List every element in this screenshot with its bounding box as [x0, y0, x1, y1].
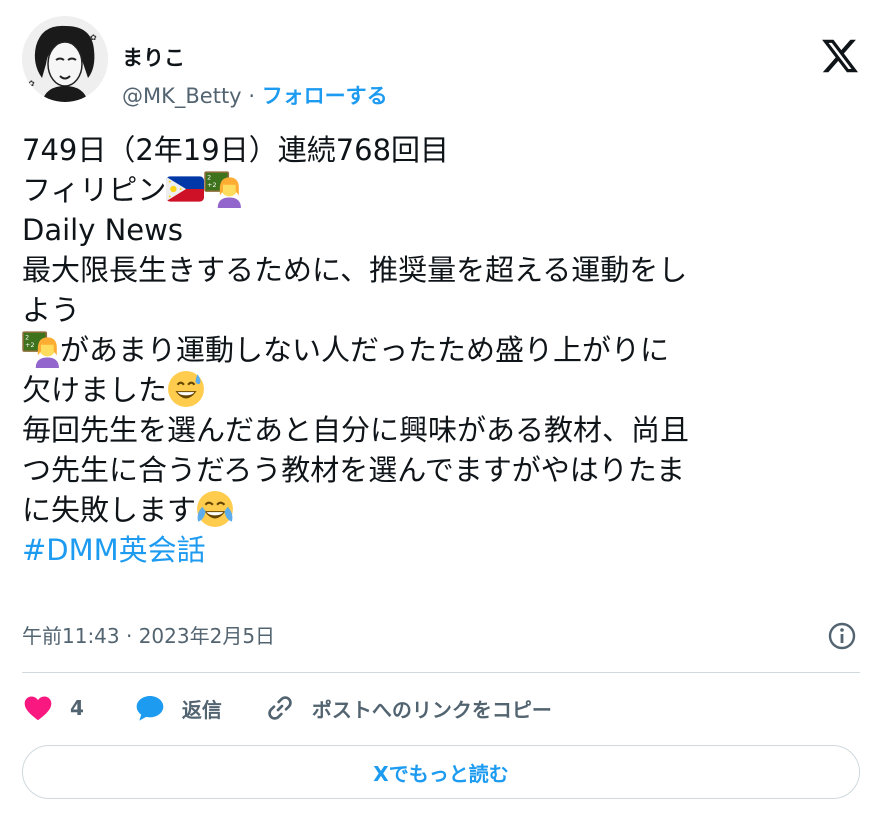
reply-bubble-icon [136, 696, 164, 721]
copy-link-label: ポストへのリンクをコピー [311, 697, 552, 722]
avatar[interactable]: ✿ ✿ [22, 16, 108, 102]
svg-text:2: 2 [25, 335, 29, 342]
tweet-line-text: があまり運動しない人だったため盛り上がりに [60, 333, 670, 367]
tweet-line: Daily News [22, 213, 183, 247]
reply-button[interactable]: 返信 [134, 692, 222, 724]
grinning-face-with-sweat-icon [168, 371, 204, 407]
action-bar: 4 返信 ポストへのリンクをコピー [22, 690, 552, 726]
tweet-line-text: フィリピン [22, 173, 167, 207]
woman-teacher-icon: 2+2 [204, 171, 242, 208]
tweet-line-text: 欠けました [22, 373, 168, 407]
link-icon [268, 696, 292, 720]
follow-button[interactable]: フォローする [262, 84, 388, 108]
author-handle-row: @MK_Betty · フォローする [122, 80, 388, 110]
hashtag-link[interactable]: #DMM英会話 [22, 530, 864, 570]
copy-link-button[interactable]: ポストへのリンクをコピー [264, 692, 552, 724]
tweet-header: ✿ ✿ まりこ @MK_Betty · フォローする [22, 16, 860, 108]
tweet-line: 毎回先生を選んだあと自分に興味がある教材、尚且 [22, 413, 690, 447]
svg-text:2: 2 [208, 175, 212, 182]
tweet-line: 749日（2年19日）連続768回目 [22, 133, 450, 167]
woman-teacher-icon: 2+2 [22, 331, 59, 368]
svg-text:✿: ✿ [28, 79, 35, 88]
tweet-line: フィリピン 2 +2 [22, 170, 864, 210]
timestamp[interactable]: 午前11:43 · 2023年2月5日 [22, 620, 275, 649]
svg-text:+2: +2 [25, 342, 34, 349]
tweet-embed-card: ✿ ✿ まりこ @MK_Betty · フォローする 749日（2年19日）連続… [0, 0, 882, 818]
tweet-line: 最大限長生きするために、推奨量を超える運動をし [22, 253, 688, 287]
author-handle[interactable]: @MK_Betty [122, 84, 242, 108]
divider [22, 672, 860, 673]
info-icon[interactable] [826, 620, 858, 652]
read-more-on-x-button[interactable]: Xでもっと読む [22, 745, 860, 799]
heart-icon [24, 696, 52, 721]
x-logo-icon[interactable] [820, 36, 860, 76]
tweet-line: 2 +2 があまり運動しない人だったため盛り上がりに [22, 330, 864, 370]
svg-text:✿: ✿ [90, 33, 97, 42]
tweet-text: 749日（2年19日）連続768回目 フィリピン 2 +2 Daily News 最… [22, 130, 864, 570]
separator-dot: · [248, 84, 255, 108]
philippines-flag-icon [166, 176, 205, 202]
tweet-line: に失敗します [22, 490, 864, 530]
like-count: 4 [70, 696, 84, 720]
like-button[interactable]: 4 [22, 692, 84, 724]
svg-text:+2: +2 [208, 182, 217, 189]
face-with-tears-of-joy-icon [197, 491, 233, 527]
tweet-line-text: に失敗します [22, 493, 197, 527]
author-name[interactable]: まりこ [122, 42, 185, 72]
tweet-line: 欠けました [22, 370, 864, 410]
tweet-line: よう [22, 293, 81, 327]
reply-label: 返信 [181, 697, 222, 722]
tweet-line: つ先生に合うだろう教材を選んでますがやはりたま [22, 453, 685, 487]
